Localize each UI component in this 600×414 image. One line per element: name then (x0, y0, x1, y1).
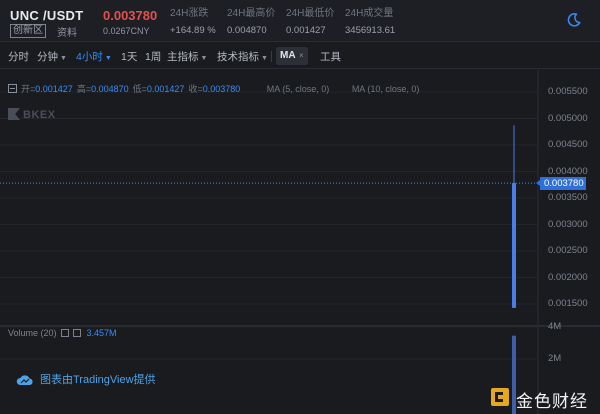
ma-chip[interactable]: MA × (276, 47, 308, 65)
tb-label: 分钟 (37, 51, 58, 63)
main-indicator-menu[interactable]: 主指标 ▼ (167, 49, 207, 64)
candle-body (512, 183, 516, 308)
volume-label: Volume (20) (8, 328, 57, 338)
price-tick-label: 0.005000 (548, 112, 588, 124)
open-value: 0.001427 (35, 84, 73, 94)
tb-label: 技术指标 (217, 51, 259, 63)
price-tick-label: 0.004500 (548, 139, 588, 150)
settings-icon[interactable] (60, 329, 69, 337)
chart-toolbar: 分时 分钟 ▼ 4小时 ▼ 1天 1周 主指标 ▼ 技术指标 ▼ MA × 工具 (0, 43, 600, 69)
jinse-logo-icon (491, 388, 509, 406)
ma-chip-label: MA (280, 50, 296, 61)
tb-label: 1周 (145, 51, 162, 63)
stat-label: 24H成交量 (345, 8, 394, 19)
interval-timeline[interactable]: 分时 (8, 49, 29, 64)
exchange-logo: BKEX (8, 108, 56, 121)
close-icon[interactable]: × (299, 51, 304, 60)
price-tick-label: 0.004000 (548, 165, 588, 177)
caret-down-icon: ▼ (104, 55, 112, 62)
price-tick-label: 0.005500 (548, 86, 588, 97)
close-value: 0.003780 (202, 84, 241, 94)
stat-label: 24H最低价 (286, 8, 335, 19)
bkex-logo-icon (8, 108, 20, 120)
caret-down-icon: ▼ (261, 55, 268, 62)
low-label: 低= (132, 84, 147, 94)
stat-value: 0.001427 (286, 25, 326, 36)
tech-indicator-menu[interactable]: 技术指标 ▼ (217, 49, 268, 64)
tb-label: 分时 (8, 51, 29, 63)
logo-text: BKEX (23, 109, 56, 121)
tb-label: 主指标 (167, 51, 199, 63)
price-tick-label: 0.003500 (548, 192, 588, 203)
current-price-tag: 0.003780 (536, 177, 586, 191)
stat-label: 24H涨跌 (170, 8, 209, 19)
volume-legend: Volume (20) 3.457M (8, 328, 117, 338)
tb-label: 4小时 (76, 51, 103, 63)
caret-down-icon: ▼ (200, 55, 208, 62)
interval-1d[interactable]: 1天 (121, 49, 137, 64)
close-icon[interactable] (72, 329, 81, 337)
tb-label: 1天 (121, 51, 138, 63)
open-label: 开= (21, 84, 36, 94)
zone-badge: 创新区 (10, 24, 46, 38)
ohlc-legend: 开=0.001427 高=0.004870 低=0.001427 收=0.003780… (8, 82, 419, 95)
price-tick-label: 0.001500 (548, 298, 588, 309)
interval-1w[interactable]: 1周 (145, 49, 161, 64)
stat-change: 24H涨跌 +164.89 % (170, 8, 216, 38)
jinse-watermark: 金色财经 (486, 384, 596, 412)
info-link[interactable]: 资料 (57, 24, 77, 39)
cloud-icon (16, 375, 33, 385)
caret-down-icon: ▼ (60, 55, 67, 62)
tb-label: 工具 (320, 51, 341, 63)
interval-minute[interactable]: 分钟 ▼ (37, 49, 67, 64)
high-label: 高= (76, 84, 92, 94)
price-cny: 0.0267CNY (103, 26, 150, 36)
high-value: 0.004870 (91, 84, 129, 94)
price-tick-label: 0.002000 (548, 271, 588, 283)
low-value: 0.001427 (146, 84, 185, 94)
last-price: 0.003780 (103, 8, 158, 23)
stat-volume: 24H成交量 3456913.61 (345, 8, 395, 38)
stat-high: 24H最高价 0.004870 (227, 8, 275, 38)
price-tick-label: 0.003000 (548, 218, 588, 230)
volume-tick-label: 4M (548, 321, 562, 332)
stat-label: 24H最高价 (227, 8, 276, 19)
trading-pair[interactable]: UNC /USDT (10, 8, 83, 23)
collapse-icon[interactable] (8, 84, 17, 93)
toolbar-divider (271, 51, 272, 62)
stat-value: +164.89 % (170, 25, 216, 36)
tradingview-credit[interactable]: 图表由TradingView提供 (16, 371, 156, 387)
stat-value: 3456913.61 (345, 25, 396, 36)
price-chart[interactable]: 开=0.001427 高=0.004870 低=0.001427 收=0.003780… (0, 70, 600, 414)
stat-value: 0.004870 (227, 25, 267, 36)
tools-button[interactable]: 工具 (320, 49, 341, 64)
watermark-text: 金色财经 (516, 392, 588, 411)
volume-tick-label: 2M (548, 353, 562, 364)
tradingview-text: 图表由TradingView提供 (40, 374, 156, 386)
ma5-legend: MA (5, close, 0) (266, 84, 330, 94)
ma10-legend: MA (10, close, 0) (351, 84, 420, 94)
moon-icon[interactable] (566, 12, 582, 28)
chart-canvas[interactable] (0, 70, 600, 414)
volume-value: 3.457M (86, 328, 117, 338)
stat-low: 24H最低价 0.001427 (286, 8, 334, 38)
close-label: 收= (188, 84, 203, 94)
price-tick-label: 0.002500 (548, 245, 588, 256)
market-header: UNC /USDT 创新区 资料 0.003780 0.0267CNY 24H涨… (0, 0, 600, 42)
interval-4h[interactable]: 4小时 ▼ (76, 49, 112, 64)
